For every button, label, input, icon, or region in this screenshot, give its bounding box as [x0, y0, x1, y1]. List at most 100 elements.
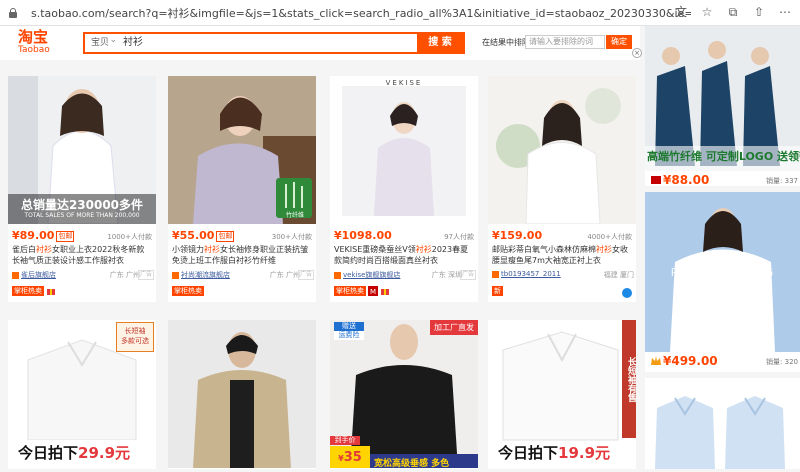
title-part: 小领镜力: [172, 245, 204, 254]
product-card[interactable]: ¥159.00 4000+人付款 邮贴彩蒂白氧气小森林仿麻棉衬衫女收腰显瘦鱼尾7…: [488, 76, 636, 302]
shop-name[interactable]: 雀后旗舰店: [21, 270, 56, 280]
collections-icon[interactable]: ⧉: [726, 5, 740, 19]
location: 广东 深圳: [431, 271, 462, 279]
product-image[interactable]: 赠送 运费险 加工厂直发 到手价 ¥35 宽松高级垂感 多色: [330, 320, 478, 468]
gift-icon: [381, 289, 389, 295]
location: 广东 广州: [109, 271, 140, 279]
bookmark-star-icon[interactable]: ☆: [700, 5, 714, 19]
side-ad[interactable]: ROSE LING LING ¥499.00 销量: 320: [645, 192, 800, 372]
more-menu-icon[interactable]: ⋯: [778, 5, 792, 19]
search-category-select[interactable]: 宝贝: [85, 31, 117, 52]
side-ad-sales: 销量: 337: [766, 177, 798, 185]
gift-icon: [47, 289, 55, 295]
paid-count: 300+人付款: [271, 233, 312, 241]
site-header: 淘宝 Taobao 宝贝 衬衫 搜 索 在结果中排除 请输入要排除的词 确定 ×: [0, 26, 642, 60]
shop-link[interactable]: vekise旗舰旗舰店: [334, 270, 400, 280]
shop-name[interactable]: 衬尚潮流旗舰店: [181, 270, 230, 280]
shop-icon: [172, 271, 179, 279]
badges: 掌柜热卖 M: [334, 286, 390, 296]
product-card[interactable]: 赠送 运费险 加工厂直发 到手价 ¥35 宽松高级垂感 多色: [330, 320, 478, 469]
side-price-value: ¥88.00: [663, 173, 710, 187]
title-highlight: 衬衫: [204, 245, 220, 254]
side-price-value: ¥499.00: [663, 354, 718, 368]
side-ad[interactable]: [645, 378, 800, 469]
price-value: ¥1098.00: [334, 229, 392, 242]
brand-logo: VEKISE: [385, 79, 423, 87]
product-price: ¥159.00: [492, 229, 542, 242]
title-part: 雀后白: [12, 245, 36, 254]
product-image[interactable]: 总销量达230000多件 TOTAL SALES OF MORE THAN 20…: [8, 76, 156, 224]
share-icon[interactable]: ⇧: [752, 5, 766, 19]
title-highlight: 衬衫: [415, 245, 432, 254]
taobao-logo[interactable]: 淘宝 Taobao: [18, 30, 50, 56]
search-input[interactable]: 衬衫: [115, 34, 417, 52]
blue-shirts-image: [645, 378, 800, 469]
hot-badge: 掌柜热卖: [12, 286, 44, 296]
sleeve-tag: 长短袖有售: [622, 320, 636, 438]
product-card[interactable]: 长短袖 多款可选 今日拍下29.9元: [8, 320, 156, 469]
title-part: VEKISE重磅桑蚕丝V领: [334, 245, 416, 254]
badges: 掌柜热卖: [12, 286, 56, 296]
product-card[interactable]: VEKISE ¥1098.00 97人付款 VEKISE重磅桑蚕丝V领衬衫202…: [330, 76, 478, 302]
product-image[interactable]: VEKISE: [330, 76, 478, 224]
location: 广东 广州: [269, 271, 300, 279]
gift-tag-line1: 赠送: [342, 322, 356, 330]
shop-name[interactable]: vekise旗舰旗舰店: [343, 270, 400, 280]
side-ad[interactable]: 高端竹纤维 可定制LOGO 送领带 ¥88.00 销量: 337: [645, 26, 800, 187]
product-card[interactable]: 总销量达230000多件 TOTAL SALES OF MORE THAN 20…: [8, 76, 156, 302]
model-jacket-image: [168, 320, 316, 468]
side-ad-sales: 销量: 320: [766, 358, 798, 366]
product-image[interactable]: [168, 320, 316, 468]
location: 福建 厦门: [603, 271, 634, 279]
product-title[interactable]: 雀后白衬衫女职业上衣2022秋冬新款长袖气质正装设计感工作服衬衣: [12, 244, 152, 266]
feature-strip: 宽松高级垂感 多色: [374, 459, 450, 468]
tmall-icon: M: [368, 286, 378, 296]
crown-icon: [651, 356, 661, 365]
paid-count: 4000+人付款: [587, 233, 632, 241]
search-button[interactable]: 搜 索: [417, 34, 463, 52]
final-price-label: 到手价: [330, 436, 360, 445]
new-badge: 新: [492, 286, 503, 296]
promo-label: 今日拍下: [18, 444, 79, 462]
product-image[interactable]: [488, 76, 636, 224]
promo-text: 今日拍下19.9元: [498, 442, 610, 463]
hot-badge: 掌柜热卖: [334, 286, 366, 296]
product-card[interactable]: [168, 320, 316, 469]
close-icon[interactable]: ×: [632, 48, 642, 58]
price-value: ¥55.00: [172, 229, 215, 242]
translate-icon[interactable]: 文: [674, 5, 688, 19]
model-loose-white-shirt-image: [488, 76, 636, 224]
badges: 掌柜热卖: [172, 286, 204, 296]
gift-tag: 赠送 运费险: [334, 322, 364, 340]
sleeve-tag: 长短袖 多款可选: [116, 322, 154, 352]
promo-price: 29.9元: [78, 444, 131, 462]
price-value: ¥159.00: [492, 229, 543, 242]
shop-link[interactable]: 雀后旗舰店: [12, 270, 56, 280]
product-title[interactable]: VEKISE重磅桑蚕丝V领衬衫2023春夏款简约时尚百搭缎面真丝衬衣: [334, 244, 474, 266]
model-silk-shirt-image: [330, 76, 478, 224]
model-lavender-shirt-image: [168, 76, 316, 224]
exclude-confirm-button[interactable]: 确定: [606, 35, 632, 49]
product-image[interactable]: 竹纤维: [168, 76, 316, 224]
final-price-value: 35: [343, 450, 362, 465]
lock-icon: [7, 7, 19, 19]
side-ad-price: ¥499.00: [651, 354, 718, 368]
product-image[interactable]: 长短袖有售 今日拍下19.9元: [488, 320, 636, 468]
url-text[interactable]: s.taobao.com/search?q=衬衫&imgfile=&js=1&s…: [31, 5, 691, 21]
title-part: 邮贴彩蒂白氧气小森林仿麻棉: [492, 245, 596, 254]
product-title[interactable]: 邮贴彩蒂白氧气小森林仿麻棉衬衫女收腰显瘦鱼尾7m大袖宽正衬上衣: [492, 244, 632, 266]
price-value: ¥89.00: [12, 229, 55, 242]
product-card[interactable]: 竹纤维 ¥55.00 包邮 300+人付款 小领镜力衬衫女长袖修身职业正装抗皱免烫…: [168, 76, 316, 302]
shop-name[interactable]: tb0193457_2011: [501, 270, 561, 278]
product-title[interactable]: 小领镜力衬衫女长袖修身职业正装抗皱免烫上班工作服白衬衫竹纤维: [172, 244, 312, 266]
product-card[interactable]: 长短袖有售 今日拍下19.9元: [488, 320, 636, 469]
exclude-input[interactable]: 请输入要排除的词: [525, 35, 605, 49]
shop-link[interactable]: tb0193457_2011: [492, 270, 561, 278]
logo-en: Taobao: [18, 45, 50, 55]
shop-link[interactable]: 衬尚潮流旗舰店: [172, 270, 230, 280]
bamboo-label: 竹纤维: [285, 212, 304, 219]
product-image[interactable]: 长短袖 多款可选 今日拍下29.9元: [8, 320, 156, 468]
free-shipping-tag: 包邮: [216, 230, 235, 242]
info-icon[interactable]: [622, 288, 632, 298]
browser-address-bar[interactable]: s.taobao.com/search?q=衬衫&imgfile=&js=1&s…: [0, 0, 800, 26]
